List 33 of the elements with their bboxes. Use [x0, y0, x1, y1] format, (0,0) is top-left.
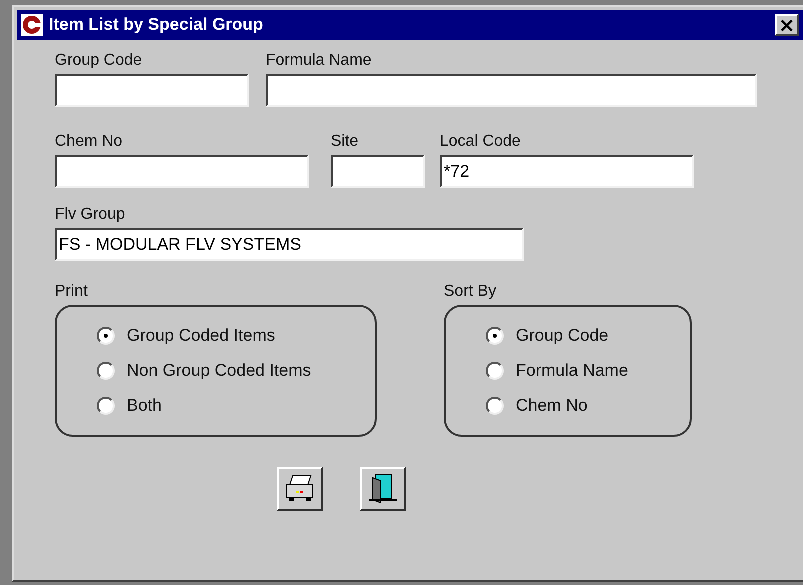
door-icon [368, 473, 398, 505]
input-field[interactable]: FS - MODULAR FLV SYSTEMS [55, 228, 524, 261]
radio-button[interactable] [486, 397, 504, 415]
field-label: Group Code [55, 52, 144, 70]
field-label: Local Code [440, 133, 522, 151]
field-label: Formula Name [266, 52, 373, 70]
radio-button[interactable] [486, 362, 504, 380]
printer-icon [284, 474, 316, 504]
exit-button[interactable] [360, 467, 406, 511]
field-label: Flv Group [55, 206, 126, 224]
radio-button[interactable] [486, 327, 504, 345]
group-label: Sort By [444, 283, 498, 301]
input-field[interactable]: *72 [440, 155, 694, 188]
radio-label[interactable]: Formula Name [516, 361, 628, 381]
radio-button[interactable] [97, 327, 115, 345]
input-field[interactable] [331, 155, 425, 188]
radio-label[interactable]: Group Code [516, 326, 609, 346]
radio-button[interactable] [97, 397, 115, 415]
radio-label[interactable]: Non Group Coded Items [127, 361, 312, 381]
close-button[interactable]: × [775, 14, 799, 36]
app-icon [21, 14, 43, 36]
radio-label[interactable]: Both [127, 396, 162, 416]
radio-label[interactable]: Group Coded Items [127, 326, 276, 346]
input-field[interactable] [266, 74, 757, 107]
window-title: Item List by Special Group [49, 15, 264, 35]
group-label: Print [55, 283, 89, 301]
radio-label[interactable]: Chem No [516, 396, 588, 416]
field-label: Chem No [55, 133, 124, 151]
input-field[interactable] [55, 155, 309, 188]
print-button[interactable] [277, 467, 323, 511]
field-label: Site [331, 133, 360, 151]
input-field[interactable] [55, 74, 249, 107]
radio-button[interactable] [97, 362, 115, 380]
